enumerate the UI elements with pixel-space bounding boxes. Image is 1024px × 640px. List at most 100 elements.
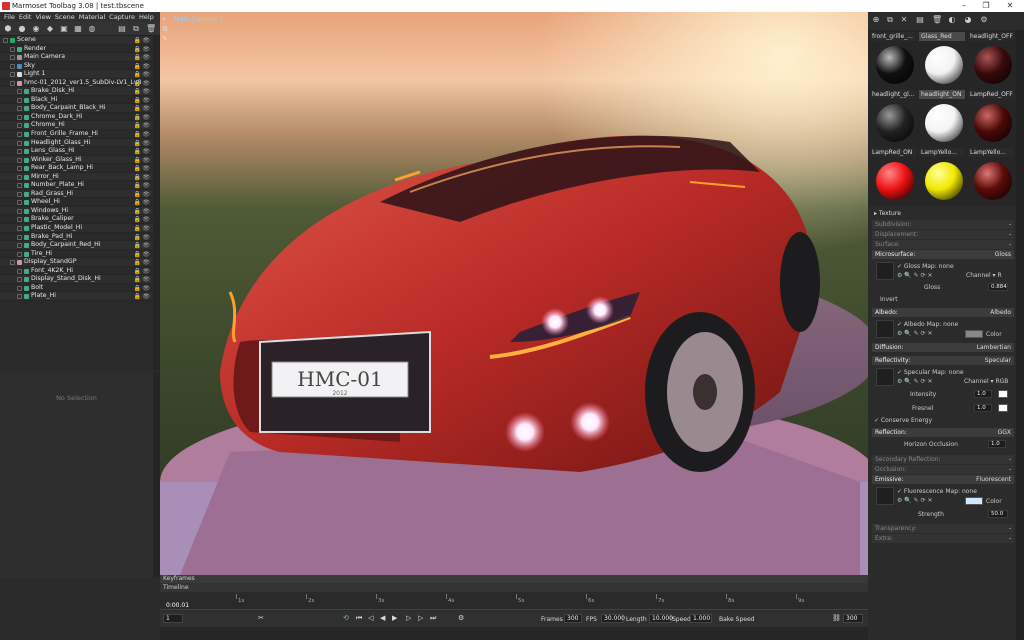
specular-channel-select[interactable]: Channel ▾ RGB: [964, 378, 1008, 385]
conserve-energy-checkbox[interactable]: ✓ Conserve Energy: [874, 417, 932, 424]
outliner-item[interactable]: Brake_Pad_Hi 🔒 👁: [0, 233, 153, 242]
outliner-item[interactable]: Plate_Hi 🔒 👁: [0, 292, 153, 301]
menu-material[interactable]: Material: [79, 12, 105, 22]
outliner-item[interactable]: Display_Stand_Disk_Hi 🔒 👁: [0, 275, 153, 284]
material-settings-icon[interactable]: ⚙: [980, 16, 988, 24]
end-frame-field[interactable]: 300: [843, 614, 863, 623]
viewport-gizmo-icon[interactable]: ⌖: [162, 15, 166, 24]
expand-icon[interactable]: [17, 123, 22, 129]
fps-field[interactable]: 30.000: [601, 614, 625, 623]
material-thumbnail[interactable]: front_grille_...: [870, 32, 918, 90]
delete-material-icon[interactable]: 🗑: [932, 16, 942, 24]
outliner-item[interactable]: Display_StandGP 🔒 👁: [0, 258, 153, 267]
keyframes-bar[interactable]: Keyframes: [160, 575, 868, 583]
timeline-scrollbar[interactable]: [160, 627, 868, 640]
menu-help[interactable]: Help: [139, 12, 154, 22]
prev-key-icon[interactable]: ◁: [368, 614, 373, 622]
timeline-settings-icon[interactable]: ⚙: [458, 614, 464, 622]
prev-frame-icon[interactable]: ◀: [380, 614, 385, 622]
occlusion-section[interactable]: Occlusion: -: [872, 465, 1014, 474]
fresnel-field[interactable]: 1.0: [974, 404, 992, 412]
next-key-icon[interactable]: ▷: [418, 614, 423, 622]
surface-section[interactable]: Surface: -: [872, 240, 1014, 249]
visibility-icon[interactable]: 👁: [142, 293, 150, 302]
expand-icon[interactable]: [10, 260, 15, 266]
next-frame-icon[interactable]: ▷: [406, 614, 411, 622]
outliner-item[interactable]: Body_Carpaint_Red_Hi 🔒 👁: [0, 241, 153, 250]
strength-field[interactable]: 50.0: [988, 510, 1008, 518]
duplicate-icon[interactable]: ⧉: [132, 25, 140, 33]
expand-icon[interactable]: [17, 294, 22, 300]
expand-icon[interactable]: [17, 166, 22, 172]
texture-section[interactable]: ▸ Texture: [874, 210, 901, 217]
new-folder-icon[interactable]: ▤: [118, 25, 126, 33]
delete-icon[interactable]: 🗑: [146, 25, 156, 33]
specular-map-tools[interactable]: ⚙ 🔍 ✎ ⟳ ✕: [897, 378, 933, 385]
expand-icon[interactable]: [17, 285, 22, 291]
secondary-reflection-section[interactable]: Secondary Reflection: -: [872, 455, 1014, 464]
material-thumbnail[interactable]: headlight_gl...: [870, 90, 918, 148]
add-shape-icon[interactable]: ◆: [46, 25, 54, 33]
menu-edit[interactable]: Edit: [19, 12, 32, 22]
close-button[interactable]: ✕: [1000, 1, 1020, 10]
extra-section[interactable]: Extra: -: [872, 534, 1014, 543]
outliner-item[interactable]: Winker_Glass_Hi 🔒 👁: [0, 155, 153, 165]
expand-icon[interactable]: [17, 106, 22, 112]
albedo-color-swatch[interactable]: [965, 330, 983, 338]
outliner-item[interactable]: Render 🔒 👁: [0, 45, 153, 54]
add-material-icon[interactable]: ⊕: [872, 16, 880, 24]
expand-icon[interactable]: [17, 140, 22, 146]
outliner-item[interactable]: hmc-01_2012_ver1.5_SubDiv-LV1_Lv8 🔒 👁: [0, 79, 153, 88]
menu-file[interactable]: File: [4, 12, 15, 22]
diffusion-section[interactable]: Diffusion: Lambertian: [872, 343, 1014, 352]
outliner-item[interactable]: Chrome_Hi 🔒 👁: [0, 121, 153, 131]
specular-map-slot[interactable]: [876, 368, 894, 386]
fluorescence-map-tools[interactable]: ⚙ 🔍 ✎ ⟳ ✕: [897, 497, 933, 504]
albedo-section[interactable]: Albedo: Albedo: [872, 308, 1014, 317]
gloss-field[interactable]: 0.884: [988, 283, 1008, 291]
expand-icon[interactable]: [10, 63, 15, 69]
expand-icon[interactable]: [10, 46, 15, 52]
expand-icon[interactable]: [17, 251, 22, 257]
loop-icon[interactable]: ⟲: [343, 614, 349, 622]
outliner-item[interactable]: Brake_Caliper 🔒 👁: [0, 215, 153, 225]
expand-icon[interactable]: [17, 243, 22, 249]
outliner-item[interactable]: Rear_Back_Lamp_Hi 🔒 👁: [0, 164, 153, 173]
microsurface-section[interactable]: Microsurface: Gloss: [872, 250, 1014, 259]
fluorescence-map-label[interactable]: ✓ Fluorescence Map: none: [897, 488, 977, 495]
outliner-item[interactable]: Chrome_Dark_Hi 🔒 👁: [0, 113, 153, 122]
transparency-section[interactable]: Transparency: -: [872, 524, 1014, 533]
expand-icon[interactable]: [17, 157, 22, 163]
material-scrollbar[interactable]: [1016, 30, 1024, 206]
outliner-item[interactable]: Lens_Glass_Hi 🔒 👁: [0, 147, 153, 156]
expand-icon[interactable]: [17, 200, 22, 206]
expand-icon[interactable]: [17, 97, 22, 103]
expand-icon[interactable]: [17, 226, 22, 232]
albedo-map-slot[interactable]: [876, 320, 894, 338]
add-camera-icon[interactable]: ◉: [32, 25, 40, 33]
reflection-section[interactable]: Reflection: GGX: [872, 428, 1014, 437]
open-material-icon[interactable]: ▤: [916, 16, 924, 24]
albedo-map-label[interactable]: ✓ Albedo Map: none: [897, 321, 958, 328]
material-thumbnail[interactable]: headlight_ON: [919, 90, 967, 148]
expand-icon[interactable]: [17, 114, 22, 120]
add-turntable-icon[interactable]: ◍: [88, 25, 96, 33]
speed-field[interactable]: 1.000: [690, 614, 712, 623]
outliner-item[interactable]: Sky 🔒 👁: [0, 62, 153, 71]
outliner-item[interactable]: Brake_Disk_Hi 🔒 👁: [0, 87, 153, 96]
properties-scrollbar[interactable]: [153, 372, 160, 578]
material-thumbnail[interactable]: LampYello...: [919, 148, 967, 206]
length-field[interactable]: 10.000: [649, 614, 673, 623]
material-thumbnail[interactable]: Glass_Red: [919, 32, 967, 90]
intensity-field[interactable]: 1.0: [974, 390, 992, 398]
expand-icon[interactable]: [17, 183, 22, 189]
horizon-occlusion-field[interactable]: 1.0: [988, 440, 1006, 448]
camera-dropdown[interactable]: Main Camera ▿: [174, 15, 222, 23]
fluorescence-map-slot[interactable]: [876, 487, 894, 505]
emissive-color-swatch[interactable]: [965, 497, 983, 505]
outliner-item[interactable]: Wheel_Hi 🔒 👁: [0, 198, 153, 207]
gloss-channel-select[interactable]: Channel ▾ R: [966, 272, 1002, 279]
add-light-icon[interactable]: ●: [18, 25, 26, 33]
expand-icon[interactable]: [10, 72, 15, 78]
expand-icon[interactable]: [17, 277, 22, 283]
